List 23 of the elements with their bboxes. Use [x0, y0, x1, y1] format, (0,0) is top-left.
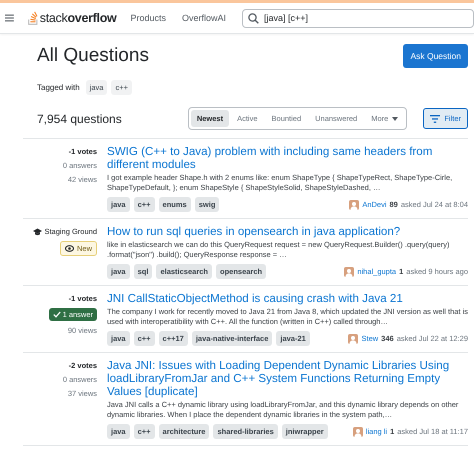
nav-link[interactable]: OverflowAI — [182, 13, 226, 23]
avatar-icon[interactable] — [344, 266, 354, 276]
nav-link[interactable]: Products — [130, 13, 166, 23]
filter-icon — [430, 114, 440, 122]
avatar-icon[interactable] — [349, 200, 360, 210]
avatar-icon[interactable] — [352, 426, 363, 436]
question-title[interactable]: How to run sql queries in opensearch in java application? — [107, 225, 468, 238]
caret-icon — [392, 116, 398, 120]
eye-icon — [64, 245, 74, 252]
tagged-label: Tagged with — [37, 83, 80, 92]
question-title[interactable]: JNI CallStaticObjectMethod is causing crash with Java 21 — [107, 292, 468, 305]
ask-question-button[interactable]: Ask Question — [403, 44, 468, 68]
graduation-cap-icon — [33, 228, 42, 236]
page-title: All Questions — [37, 45, 149, 67]
question-title[interactable]: SWIG (C++ to Java) problem with including same headers from different modules — [107, 145, 468, 171]
search-icon — [248, 12, 259, 24]
logo-text[interactable]: stackoverflow — [40, 11, 116, 25]
question-title[interactable]: Java JNI: Issues with Loading Dependent Dynamic Libraries Using loadLibraryFromJar and C++ System Functions Returning Empty Values [duplicate] — [107, 359, 468, 398]
menu-icon[interactable] — [5, 13, 14, 23]
avatar-icon[interactable] — [348, 334, 358, 344]
check-icon — [52, 311, 61, 318]
question-count: 7,954 questions — [37, 112, 123, 126]
search-field[interactable]: [java] [c++] — [242, 8, 474, 28]
